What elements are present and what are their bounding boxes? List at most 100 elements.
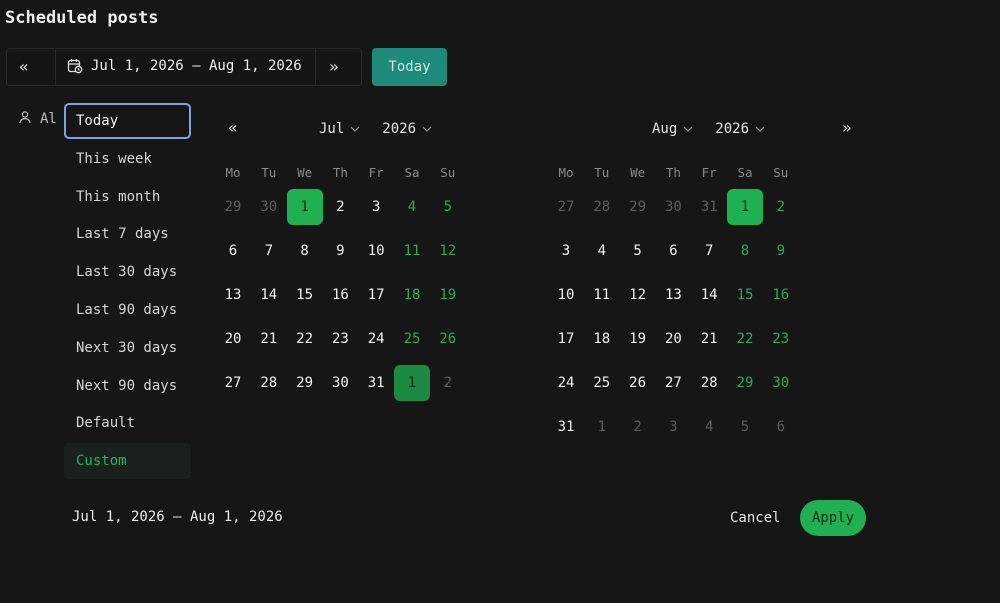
calendar-day[interactable]: 6: [763, 409, 799, 445]
calendar-day[interactable]: 19: [620, 321, 656, 357]
calendar-day[interactable]: 3: [358, 189, 394, 225]
calendar-day[interactable]: 19: [430, 277, 466, 313]
calendar-day[interactable]: 29: [727, 365, 763, 401]
calendar-day[interactable]: 29: [620, 189, 656, 225]
calendar-day[interactable]: 10: [358, 233, 394, 269]
apply-button[interactable]: Apply: [800, 500, 866, 536]
calendar-day[interactable]: 13: [215, 277, 251, 313]
calendar-day[interactable]: 1: [286, 189, 323, 225]
calendar-day[interactable]: 22: [287, 321, 323, 357]
calendar-day[interactable]: 20: [215, 321, 251, 357]
month-select[interactable]: Jul: [319, 121, 360, 137]
calendar-day[interactable]: 28: [584, 189, 620, 225]
calendar-day[interactable]: 4: [394, 189, 430, 225]
calendar-day[interactable]: 3: [655, 409, 691, 445]
preset-option[interactable]: Custom: [64, 443, 191, 480]
calendar-day[interactable]: 9: [763, 233, 799, 269]
calendar-day[interactable]: 27: [655, 365, 691, 401]
preset-option[interactable]: Today: [64, 103, 191, 139]
year-select[interactable]: 2026: [715, 121, 765, 137]
next-range-button[interactable]: »: [329, 57, 339, 76]
calendar-day[interactable]: 24: [548, 365, 584, 401]
preset-option[interactable]: Next 30 days: [64, 330, 191, 366]
calendar-day[interactable]: 23: [763, 321, 799, 357]
calendar-day[interactable]: 27: [215, 365, 251, 401]
calendar-day[interactable]: 15: [287, 277, 323, 313]
calendar-day[interactable]: 25: [394, 321, 430, 357]
calendar-day[interactable]: 20: [655, 321, 691, 357]
calendar-day[interactable]: 12: [620, 277, 656, 313]
calendar-day[interactable]: 11: [584, 277, 620, 313]
preset-option[interactable]: Default: [64, 405, 191, 441]
year-select[interactable]: 2026: [382, 121, 432, 137]
calendar-day[interactable]: 5: [430, 189, 466, 225]
calendar-day[interactable]: 31: [358, 365, 394, 401]
calendar-day[interactable]: 24: [358, 321, 394, 357]
calendar-day[interactable]: 30: [763, 365, 799, 401]
calendar-day[interactable]: 17: [548, 321, 584, 357]
calendar-day[interactable]: 4: [584, 233, 620, 269]
calendar-day[interactable]: 2: [763, 189, 799, 225]
today-button[interactable]: Today: [372, 48, 447, 86]
calendar-day[interactable]: 22: [727, 321, 763, 357]
prev-range-button[interactable]: «: [19, 57, 29, 76]
calendar-day[interactable]: 6: [215, 233, 251, 269]
calendar-day[interactable]: 2: [430, 365, 466, 401]
calendar-day[interactable]: 6: [655, 233, 691, 269]
calendar-day[interactable]: 25: [584, 365, 620, 401]
calendar-day[interactable]: 5: [727, 409, 763, 445]
preset-option[interactable]: Next 90 days: [64, 368, 191, 404]
calendar-day[interactable]: 30: [251, 189, 287, 225]
calendar-day[interactable]: 1: [584, 409, 620, 445]
calendar-day[interactable]: 12: [430, 233, 466, 269]
preset-option[interactable]: Last 90 days: [64, 292, 191, 328]
calendar-day[interactable]: 13: [655, 277, 691, 313]
calendar-day[interactable]: 16: [322, 277, 358, 313]
preset-option[interactable]: Last 7 days: [64, 216, 191, 252]
calendar-day[interactable]: 18: [394, 277, 430, 313]
calendar-day[interactable]: 8: [287, 233, 323, 269]
calendar-day[interactable]: 28: [251, 365, 287, 401]
calendar-day[interactable]: 17: [358, 277, 394, 313]
preset-option[interactable]: This week: [64, 141, 191, 177]
calendar-day[interactable]: 14: [251, 277, 287, 313]
calendar-day[interactable]: 14: [691, 277, 727, 313]
calendar-day[interactable]: 31: [548, 409, 584, 445]
calendar-day[interactable]: 23: [322, 321, 358, 357]
next-month-button[interactable]: »: [842, 118, 852, 137]
calendar-day[interactable]: 10: [548, 277, 584, 313]
calendar-day[interactable]: 8: [727, 233, 763, 269]
prev-month-button[interactable]: «: [228, 118, 238, 137]
calendar-day[interactable]: 2: [322, 189, 358, 225]
calendar-day[interactable]: 7: [251, 233, 287, 269]
calendar-day[interactable]: 26: [430, 321, 466, 357]
cancel-button[interactable]: Cancel: [722, 500, 789, 536]
calendar-day[interactable]: 21: [691, 321, 727, 357]
calendar-day[interactable]: 30: [655, 189, 691, 225]
calendar-day[interactable]: 2: [620, 409, 656, 445]
calendar-day[interactable]: 21: [251, 321, 287, 357]
calendar-day[interactable]: 11: [394, 233, 430, 269]
preset-option[interactable]: Last 30 days: [64, 254, 191, 290]
calendar-day[interactable]: 1: [394, 365, 430, 401]
calendar-day[interactable]: 18: [584, 321, 620, 357]
author-filter[interactable]: Al: [18, 110, 57, 128]
calendar-day[interactable]: 30: [322, 365, 358, 401]
calendar-day[interactable]: 27: [548, 189, 584, 225]
calendar-day[interactable]: 4: [691, 409, 727, 445]
calendar-day[interactable]: 1: [727, 189, 763, 225]
calendar-day[interactable]: 31: [691, 189, 727, 225]
calendar-day[interactable]: 29: [215, 189, 251, 225]
calendar-day[interactable]: 3: [548, 233, 584, 269]
calendar-day[interactable]: 26: [620, 365, 656, 401]
calendar-day[interactable]: 28: [691, 365, 727, 401]
calendar-day[interactable]: 9: [322, 233, 358, 269]
calendar-day[interactable]: 16: [763, 277, 799, 313]
calendar-day[interactable]: 7: [691, 233, 727, 269]
calendar-day[interactable]: 15: [727, 277, 763, 313]
calendar-day[interactable]: 29: [287, 365, 323, 401]
month-select[interactable]: Aug: [652, 121, 693, 137]
date-range-field[interactable]: Jul 1, 2026 – Aug 1, 2026: [67, 58, 302, 74]
preset-option[interactable]: This month: [64, 179, 191, 215]
calendar-day[interactable]: 5: [620, 233, 656, 269]
